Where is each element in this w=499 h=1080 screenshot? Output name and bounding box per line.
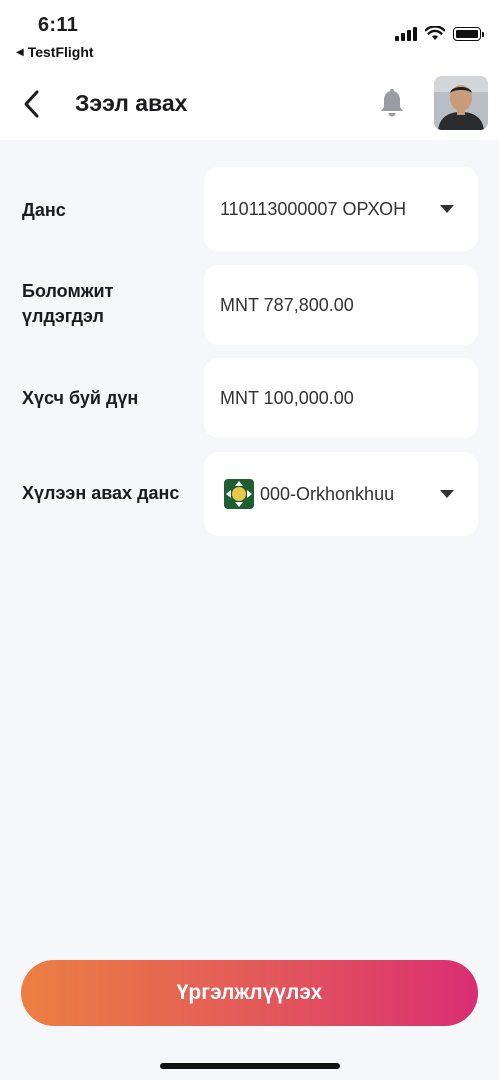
status-bar: 6:11 ◀ TestFlight xyxy=(0,0,499,70)
account-select[interactable]: 110113000007 ОРХОН xyxy=(204,167,478,251)
back-triangle-icon: ◀ xyxy=(16,46,24,58)
available-balance-field: MNT 787,800.00 xyxy=(204,265,478,345)
app-header: Зээл авах xyxy=(0,70,499,140)
wifi-icon xyxy=(425,26,445,40)
receiving-account-value: 000-Orkhonkhuu xyxy=(260,483,395,504)
requested-amount-input[interactable]: MNT 100,000.00 xyxy=(204,358,478,438)
back-app-label: TestFlight xyxy=(27,44,94,60)
back-to-testflight-link[interactable]: ◀ TestFlight xyxy=(16,44,94,60)
available-balance-value: MNT 787,800.00 xyxy=(220,294,354,315)
account-value: 110113000007 ОРХОН xyxy=(220,198,407,219)
page-title: Зээл авах xyxy=(75,90,188,116)
avatar[interactable] xyxy=(434,76,488,130)
cellular-signal-icon xyxy=(395,26,417,41)
receiving-account-select[interactable]: 000-Orkhonkhuu xyxy=(204,452,478,536)
continue-button[interactable]: Үргэлжлүүлэх xyxy=(21,960,478,1026)
available-balance-label-line1: Боломжит xyxy=(22,281,114,301)
requested-amount-value: MNT 100,000.00 xyxy=(220,387,354,408)
available-balance-label-line2: үлдэгдэл xyxy=(22,306,104,326)
avatar-photo xyxy=(434,76,488,130)
home-indicator xyxy=(160,1063,340,1069)
back-button[interactable] xyxy=(14,86,50,122)
requested-amount-row: Хүсч буй дүн MNT 100,000.00 xyxy=(0,358,499,438)
available-balance-row: Боломжит үлдэгдэл MNT 787,800.00 xyxy=(0,265,499,345)
receiving-account-label: Хүлээн авах данс xyxy=(22,483,180,503)
bell-icon[interactable] xyxy=(378,88,406,118)
chevron-down-icon xyxy=(440,205,454,213)
requested-amount-label: Хүсч буй дүн xyxy=(22,388,139,408)
back-arrow-icon xyxy=(24,90,39,118)
available-balance-label: Боломжит үлдэгдэл xyxy=(22,279,113,329)
system-icons xyxy=(395,26,484,41)
receiving-account-row: Хүлээн авах данс 000-Orkhonkhuu xyxy=(0,452,499,536)
account-row: Данс 110113000007 ОРХОН xyxy=(0,167,499,251)
chevron-down-icon xyxy=(440,490,454,498)
account-label: Данс xyxy=(22,200,66,220)
status-time: 6:11 xyxy=(38,14,79,36)
bank-logo-icon xyxy=(224,479,254,509)
battery-icon xyxy=(453,26,484,41)
